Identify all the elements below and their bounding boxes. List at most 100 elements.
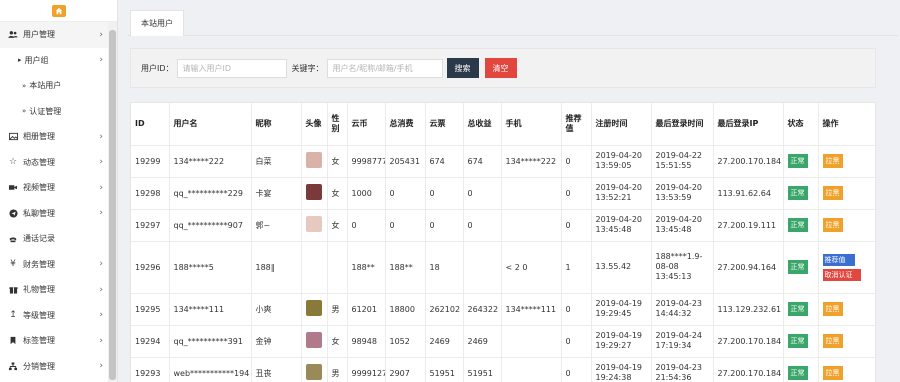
blacklist-button[interactable]: 拉黑: [822, 334, 843, 348]
table-row[interactable]: 19297 qq_**********907 郭~ 女 0 0 0 0 0 2019-04-20 …: [131, 209, 875, 242]
cell-id: 19299: [131, 145, 170, 178]
cell-username: qq_**********391: [169, 325, 252, 358]
cell-spent: 188**: [385, 241, 426, 294]
cell-income: 51951: [463, 357, 502, 382]
cell-last: 2019-04-23 14:44:32: [651, 293, 714, 326]
cell-income: [463, 241, 502, 294]
cell-status: 正常: [783, 357, 819, 382]
table-row[interactable]: 19296 188*****5 188‖ 188** 188** 18 < 2 0 1 13.5…: [131, 241, 875, 294]
sidebar-item-moments[interactable]: ☆ 动态管理 ›: [0, 150, 117, 176]
sidebar-item-gifts[interactable]: 礼物管理 ›: [0, 277, 117, 303]
cell-reg: 2019-04-20 13:52:21: [591, 177, 652, 210]
sidebar-item-label: 用户管理: [23, 30, 55, 40]
cell-nickname: 卡宴: [251, 177, 302, 210]
cell-spent: 0: [385, 209, 426, 242]
cell-id: 19296: [131, 241, 170, 294]
avatar: [305, 332, 322, 348]
cell-spent: 0: [385, 177, 426, 210]
cell-reg: 2019-04-20 13:45:48: [591, 209, 652, 242]
cell-status: 正常: [783, 241, 819, 294]
cell-op: 拉黑: [818, 209, 875, 242]
cell-phone: [501, 177, 562, 210]
cell-ip: 113.91.62.64: [713, 177, 784, 210]
chevron-right-icon: ›: [99, 208, 103, 219]
table-row[interactable]: 19299 134*****222 白菜女 9998777 205431 674 674 13…: [131, 145, 875, 178]
cell-op: 推荐值 取消认证: [818, 241, 875, 294]
avatar: [305, 216, 322, 232]
column-header: 操作: [818, 103, 875, 146]
cell-ip: 27.200.19.111: [713, 209, 784, 242]
cancel-verification-button[interactable]: 取消认证: [822, 268, 861, 281]
search-button[interactable]: 搜索: [446, 58, 479, 78]
table-header-row: ID 用户名 昵称 头像 性别 云币 总消费 云票 总收益 手机 推荐值 注册时间 最后登录时间 最后登录…: [131, 103, 875, 146]
user-id-label: 用户ID：: [141, 63, 174, 73]
blacklist-button[interactable]: 拉黑: [822, 366, 843, 380]
cell-income: 0: [463, 209, 502, 242]
table-row[interactable]: 19293 web***********194 丑丧男 9999127 2907 5195…: [131, 357, 875, 382]
table-row[interactable]: 19295 134*****111 小爽男 61201 18800 262102 26432…: [131, 293, 875, 326]
status-badge: 正常: [787, 366, 808, 380]
sidebar-item-tags[interactable]: 标签管理 ›: [0, 328, 117, 354]
tab-site-users[interactable]: 本站用户: [130, 10, 184, 36]
chevron-right-icon: ›: [99, 182, 103, 193]
sidebar-item-levels[interactable]: ↥ 等级管理 ›: [0, 303, 117, 329]
cell-tickets: 262102: [425, 293, 464, 326]
cell-op: 拉黑: [818, 293, 875, 326]
sidebar-item-call-records[interactable]: 通话记录: [0, 226, 117, 252]
avatar: [305, 152, 322, 168]
table-row[interactable]: 19298 qq_**********229 卡宴女 1000 0 0 0 0 2019-04-…: [131, 177, 875, 210]
sidebar-item-album[interactable]: 相册管理 ›: [0, 124, 117, 150]
cell-status: 正常: [783, 177, 819, 210]
cell-coins: 9999127: [347, 357, 386, 382]
level-icon: ↥: [9, 310, 17, 321]
cell-rec: 0: [561, 209, 592, 242]
column-header: 云币: [347, 103, 386, 146]
home-button[interactable]: [51, 4, 66, 17]
keyword-input[interactable]: [326, 58, 443, 78]
cell-spent: 1052: [385, 325, 426, 358]
cell-coins: 0: [347, 209, 386, 242]
user-table-container: ID 用户名 昵称 头像 性别 云币 总消费 云票 总收益 手机 推荐值 注册时间 最后登录时间 最后登录…: [130, 102, 876, 382]
cell-coins: 98948: [347, 325, 386, 358]
cell-status: 正常: [783, 293, 819, 326]
blacklist-button[interactable]: 拉黑: [822, 302, 843, 316]
scrollbar-thumb[interactable]: [109, 30, 116, 380]
sidebar-item-site-users[interactable]: » 本站用户: [0, 73, 117, 99]
sidebar-item-video[interactable]: 视频管理 ›: [0, 175, 117, 201]
sidebar-item-verification[interactable]: » 认证管理: [0, 99, 117, 125]
sidebar-item-distribution[interactable]: 分销管理 ›: [0, 354, 117, 380]
status-badge: 正常: [787, 302, 808, 316]
blacklist-button[interactable]: 拉黑: [822, 154, 843, 168]
user-id-input[interactable]: [176, 58, 287, 78]
sidebar-item-private-chat[interactable]: 私聊管理 ›: [0, 201, 117, 227]
sidebar-item-label: 用户组: [24, 55, 49, 65]
cell-last: 2019-04-20 13:53:59: [651, 177, 714, 210]
sidebar-item-label: 本站用户: [29, 81, 62, 91]
clear-button[interactable]: 清空: [484, 58, 517, 78]
cell-income: 674: [463, 145, 502, 178]
chevron-right-icon: ›: [99, 361, 103, 372]
cell-rec: 0: [561, 145, 592, 178]
sidebar-item-label: 视频管理: [23, 183, 55, 193]
sidebar-item-user-management[interactable]: 用户管理 ›: [0, 22, 117, 48]
chevron-right-icon: ›: [99, 335, 103, 346]
cell-username: qq_**********229: [169, 177, 252, 210]
cell-gender: 女: [327, 325, 348, 358]
blacklist-button[interactable]: 拉黑: [822, 218, 843, 232]
cell-phone: [501, 325, 562, 358]
blacklist-button[interactable]: 拉黑: [822, 186, 843, 200]
table-row[interactable]: 19294 qq_**********391 金钟女 98948 1052 2469 246…: [131, 325, 875, 358]
sidebar-item-finance[interactable]: ¥ 财务管理 ›: [0, 252, 117, 278]
cell-rec: 0: [561, 293, 592, 326]
recommend-button[interactable]: 推荐值: [822, 253, 855, 266]
cell-coins: 9998777: [347, 145, 386, 178]
sidebar-item-label: 财务管理: [23, 259, 55, 269]
cell-avatar: [301, 325, 328, 358]
avatar: [305, 184, 322, 200]
column-header: 注册时间: [591, 103, 652, 146]
cell-last: 2019-04-20 13:45:48: [651, 209, 714, 242]
sidebar-item-user-group[interactable]: ▸ 用户组 ›: [0, 48, 117, 74]
sidebar: 用户管理 › ▸ 用户组 › » 本站用户 » 认证管理 相册管理 › ☆ 动态…: [0, 0, 118, 382]
sidebar-scrollbar[interactable]: [108, 22, 117, 382]
cell-ip: 27.200.170.184: [713, 357, 784, 382]
